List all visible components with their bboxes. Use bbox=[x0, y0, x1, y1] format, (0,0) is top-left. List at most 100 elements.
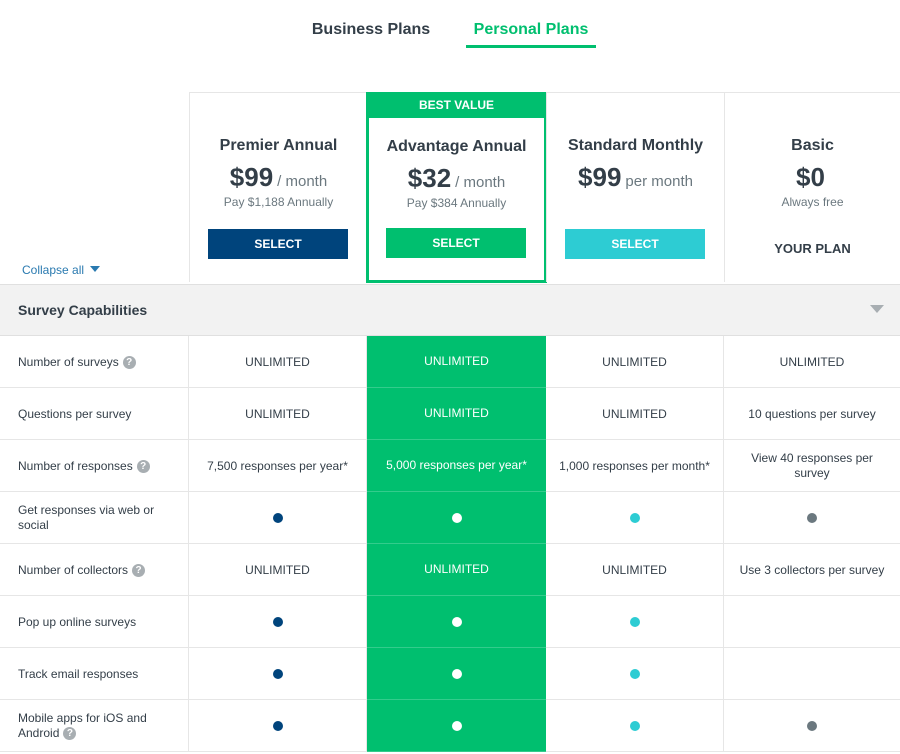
feature-cell-basic: 10 questions per survey bbox=[748, 406, 876, 421]
plan-price: $99/ month bbox=[190, 162, 367, 193]
table-row: Get responses via web or social bbox=[0, 492, 900, 544]
plan-name: Advantage Annual bbox=[386, 138, 527, 155]
table-row: Number of collectors? UNLIMITED UNLIMITED U… bbox=[0, 544, 900, 596]
included-dot-icon bbox=[272, 721, 283, 731]
plan-name: Basic bbox=[791, 137, 834, 154]
feature-label-text: Mobile apps for iOS and Android? bbox=[18, 711, 147, 741]
included-dot-icon bbox=[807, 513, 817, 523]
included-dot-icon bbox=[451, 616, 462, 627]
included-dot-icon bbox=[629, 721, 640, 731]
included-dot-icon bbox=[629, 669, 640, 679]
plan-price: $0 bbox=[725, 162, 900, 193]
feature-cell-premier bbox=[189, 492, 367, 544]
feature-cell-premier: UNLIMITED bbox=[189, 388, 367, 440]
feature-cell-premier: UNLIMITED bbox=[189, 336, 367, 388]
feature-cell-premier bbox=[189, 596, 367, 648]
section-header-survey-capabilities[interactable]: Survey Capabilities bbox=[0, 284, 900, 336]
price-period: / month bbox=[277, 173, 328, 190]
feature-label-text: Get responses via web or social bbox=[18, 503, 155, 532]
feature-table: Number of surveys? UNLIMITED UNLIMITED UNLI… bbox=[0, 336, 900, 752]
plan-billing: Pay $384 Annually bbox=[406, 196, 507, 210]
feature-label: Number of collectors? bbox=[0, 544, 189, 596]
feature-cell-basic: UNLIMITED bbox=[779, 354, 845, 369]
included-dot-icon bbox=[807, 721, 817, 731]
caret-down-icon bbox=[90, 265, 101, 272]
price-amount: $32 bbox=[407, 163, 452, 193]
plan-price: $32/ month bbox=[369, 163, 544, 194]
included-dot-icon bbox=[272, 669, 283, 679]
feature-cell-standard: UNLIMITED bbox=[546, 388, 724, 440]
feature-label-text: Number of collectors? bbox=[18, 563, 146, 578]
help-icon[interactable]: ? bbox=[136, 459, 150, 473]
table-row: Questions per survey UNLIMITED UNLIMITED UN… bbox=[0, 388, 900, 440]
price-period: per month bbox=[625, 173, 693, 190]
feature-cell-premier bbox=[189, 648, 367, 700]
plan-tabs: Business Plans Personal Plans bbox=[0, 0, 900, 60]
included-dot-icon bbox=[272, 617, 283, 627]
feature-cell-standard: UNLIMITED bbox=[546, 544, 724, 596]
feature-cell-basic: Use 3 collectors per survey bbox=[739, 562, 885, 577]
plan-card-advantage: BEST VALUE Advantage Annual $32/ month P… bbox=[366, 92, 547, 283]
feature-cell-advantage: UNLIMITED bbox=[367, 336, 546, 388]
help-icon[interactable]: ? bbox=[132, 563, 146, 577]
feature-label-text: Pop up online surveys bbox=[18, 614, 137, 629]
feature-cell-advantage: 5,000 responses per year* bbox=[367, 440, 546, 492]
included-dot-icon bbox=[451, 720, 462, 731]
feature-cell-advantage bbox=[367, 596, 546, 648]
help-icon[interactable]: ? bbox=[63, 727, 77, 741]
feature-cell-advantage bbox=[367, 492, 546, 544]
feature-cell-basic bbox=[724, 492, 900, 544]
select-premier-button[interactable]: SELECT bbox=[208, 229, 348, 259]
tab-personal-plans[interactable]: Personal Plans bbox=[466, 16, 596, 48]
feature-cell-advantage bbox=[367, 700, 546, 752]
included-dot-icon bbox=[629, 617, 640, 627]
plan-card-premier: Premier Annual $99/ month Pay $1,188 Ann… bbox=[189, 92, 367, 282]
plan-card-basic: Basic $0 Always free YOUR PLAN bbox=[724, 92, 900, 282]
feature-label: Pop up online surveys bbox=[0, 596, 189, 648]
feature-cell-premier: 7,500 responses per year* bbox=[189, 440, 367, 492]
feature-cell-standard: 1,000 responses per month* bbox=[546, 440, 724, 492]
feature-label: Mobile apps for iOS and Android? bbox=[0, 700, 189, 752]
table-row: Track email responses bbox=[0, 648, 900, 700]
feature-label-text: Number of responses? bbox=[18, 459, 150, 474]
feature-label-text: Questions per survey bbox=[18, 406, 132, 421]
plan-name: Standard Monthly bbox=[567, 137, 704, 154]
plan-billing: Pay $1,188 Annually bbox=[223, 195, 334, 209]
feature-label: Get responses via web or social bbox=[0, 492, 189, 544]
feature-cell-basic bbox=[724, 648, 900, 700]
collapse-all-link[interactable]: Collapse all bbox=[22, 263, 101, 277]
plan-billing: Always free bbox=[781, 195, 844, 209]
feature-cell-advantage: UNLIMITED bbox=[367, 388, 546, 440]
section-title: Survey Capabilities bbox=[18, 302, 148, 318]
price-period: / month bbox=[455, 174, 506, 191]
feature-cell-standard: UNLIMITED bbox=[546, 336, 724, 388]
table-row: Number of surveys? UNLIMITED UNLIMITED UNLI… bbox=[0, 336, 900, 388]
help-icon[interactable]: ? bbox=[122, 355, 136, 369]
feature-label: Questions per survey bbox=[0, 388, 189, 440]
feature-cell-basic bbox=[724, 700, 900, 752]
feature-cell-basic bbox=[724, 596, 900, 648]
chevron-down-icon[interactable] bbox=[870, 305, 884, 313]
price-amount: $0 bbox=[796, 162, 825, 192]
price-amount: $99 bbox=[578, 162, 622, 192]
feature-cell-standard bbox=[546, 648, 724, 700]
feature-label-text: Track email responses bbox=[18, 666, 139, 681]
included-dot-icon bbox=[272, 513, 283, 523]
select-advantage-button[interactable]: SELECT bbox=[386, 228, 526, 258]
feature-label: Number of surveys? bbox=[0, 336, 189, 388]
feature-cell-standard bbox=[546, 700, 724, 752]
feature-label-text: Number of surveys? bbox=[18, 355, 136, 370]
table-row: Mobile apps for iOS and Android? bbox=[0, 700, 900, 752]
feature-cell-advantage bbox=[367, 648, 546, 700]
included-dot-icon bbox=[451, 512, 462, 523]
feature-label: Number of responses? bbox=[0, 440, 189, 492]
feature-label: Track email responses bbox=[0, 648, 189, 700]
included-dot-icon bbox=[629, 513, 640, 523]
plan-card-standard: Standard Monthly $99 per month SELECT bbox=[546, 92, 724, 282]
table-row: Number of responses? 7,500 responses per … bbox=[0, 440, 900, 492]
best-value-badge: BEST VALUE bbox=[366, 92, 547, 118]
select-standard-button[interactable]: SELECT bbox=[565, 229, 705, 259]
price-amount: $99 bbox=[229, 162, 274, 192]
feature-cell-advantage: UNLIMITED bbox=[367, 544, 546, 596]
tab-business-plans[interactable]: Business Plans bbox=[305, 16, 437, 48]
